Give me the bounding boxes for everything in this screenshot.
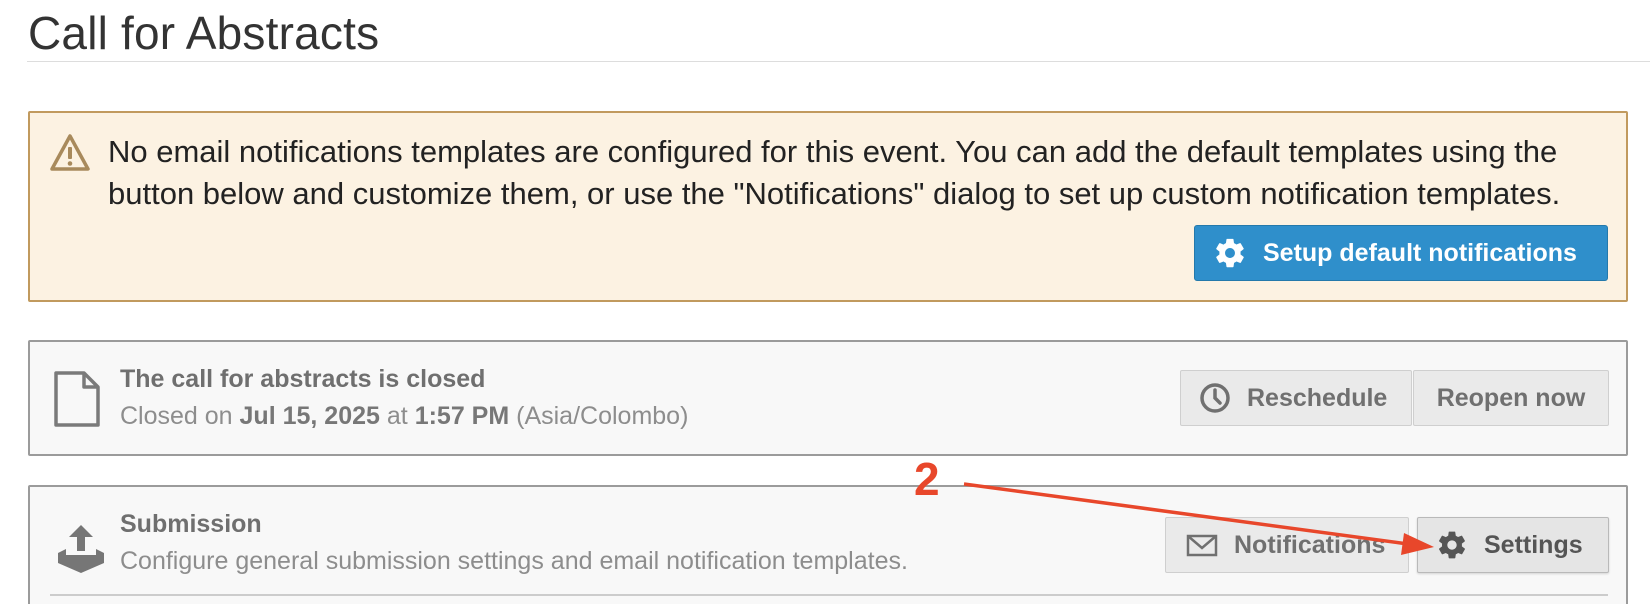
page-title: Call for Abstracts [28,7,380,59]
closed-timezone: (Asia/Colombo) [516,402,689,430]
cfa-status-title: The call for abstracts is closed [120,365,486,393]
gear-icon [1439,531,1465,559]
reopen-now-label: Reopen now [1436,383,1586,412]
upload-tray-icon [58,525,104,573]
submission-description: Configure general submission settings an… [120,547,908,575]
settings-label: Settings [1484,530,1583,559]
submission-panel: Submission Configure general submission … [28,485,1628,604]
setup-default-notifications-label: Setup default notifications [1263,238,1577,267]
closed-time: 1:57 PM [414,402,510,430]
reschedule-label: Reschedule [1247,383,1388,412]
warning-message-line-1: No email notifications templates are con… [108,134,1558,169]
cfa-closed-info: Closed on Jul 15, 2025 at 1:57 PM (Asia/… [120,402,688,431]
notifications-button[interactable]: Notifications [1165,517,1409,573]
reschedule-button[interactable]: Reschedule [1180,370,1412,426]
clock-icon [1200,383,1230,413]
closed-at: at [386,402,408,430]
gear-icon [1216,238,1244,268]
warning-message: No email notifications templates are con… [108,131,1608,215]
notifications-warning-banner: No email notifications templates are con… [28,111,1628,302]
warning-triangle-icon [50,134,90,171]
setup-default-notifications-button[interactable]: Setup default notifications [1194,225,1608,281]
document-icon [54,371,100,427]
warning-message-line-2: button below and customize them, or use … [108,176,1561,211]
reopen-now-button[interactable]: Reopen now [1413,370,1609,426]
closed-prefix: Closed on [120,402,233,430]
cfa-status-panel: The call for abstracts is closed Closed … [28,340,1628,456]
envelope-icon [1186,534,1218,557]
annotation-step-number: 2 [914,453,940,505]
submission-title: Submission [120,510,262,538]
title-divider [27,61,1650,62]
closed-date: Jul 15, 2025 [239,402,380,430]
submission-divider [50,594,1608,596]
notifications-label: Notifications [1234,530,1386,559]
settings-button[interactable]: Settings [1417,517,1609,573]
